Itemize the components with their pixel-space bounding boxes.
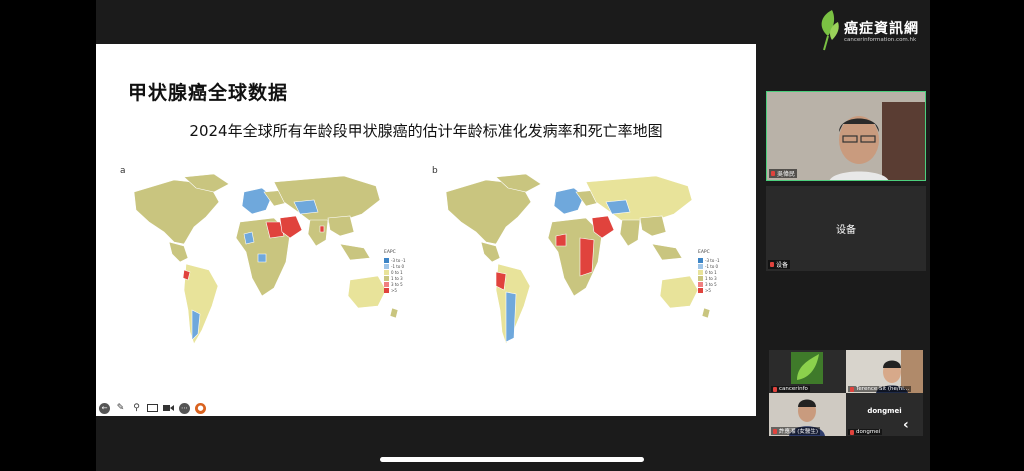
- slide-subtitle: 2024年全球所有年龄段甲状腺癌的估计年龄标准化发病率和死亡率地图: [189, 122, 663, 140]
- map-a-legend: EAPC -3 to -1 -1 to 0 0 to 1 1 to 3 3 to…: [384, 250, 406, 293]
- more-icon[interactable]: ⋯: [178, 402, 191, 415]
- legend-item: -3 to -1: [384, 257, 406, 263]
- device-name: 设备: [768, 260, 791, 269]
- legend-item: -1 to 0: [384, 263, 406, 269]
- legend-item: 1 to 3: [384, 275, 406, 281]
- legend-item: >5: [384, 287, 406, 293]
- home-indicator[interactable]: [380, 457, 644, 462]
- back-icon[interactable]: ←: [98, 402, 111, 415]
- slide-title: 甲状腺癌全球数据: [128, 82, 289, 104]
- device-label: 设备: [836, 225, 856, 236]
- world-map-a: a EAPC -3 to -1 -1 to 0 0 to 1 1 to 3 3 …: [114, 162, 414, 347]
- stop-icon[interactable]: ●: [194, 402, 207, 415]
- brand-logo: 癌症資訊網 cancerinformation.com.hk: [814, 6, 932, 52]
- speaker-video[interactable]: 吳偉民: [766, 91, 926, 181]
- map-a-label: a: [120, 166, 126, 176]
- speaker-name: 吳偉民: [769, 169, 798, 178]
- legend-item: -1 to 0: [698, 263, 720, 269]
- captions-icon[interactable]: [146, 402, 159, 415]
- legend-title: EAPC: [698, 250, 710, 255]
- device-tile[interactable]: 设备 设备: [766, 186, 926, 271]
- legend-item: 0 to 1: [698, 269, 720, 275]
- participant-tile-doctor[interactable]: 許應湘 (女醫生): [769, 393, 846, 436]
- legend-item: >5: [698, 287, 720, 293]
- logo-name: 癌症資訊網: [844, 21, 919, 37]
- shared-slide: 甲状腺癌全球数据 2024年全球所有年龄段甲状腺癌的估计年龄标准化发病率和死亡率…: [96, 44, 756, 416]
- world-map-b: b EAPC -3 to -1 -1 to 0 0 to 1 1 to 3 3 …: [426, 162, 726, 347]
- chevron-left-icon[interactable]: ‹: [903, 417, 909, 433]
- participant-name: cancerinfo: [771, 386, 810, 392]
- participant-name: Terence Sit (he/hi…: [848, 386, 912, 392]
- legend-item: 3 to 5: [698, 281, 720, 287]
- legend-item: 3 to 5: [384, 281, 406, 287]
- magnifier-icon[interactable]: ⚲: [130, 402, 143, 415]
- map-b-legend: EAPC -3 to -1 -1 to 0 0 to 1 1 to 3 3 to…: [698, 250, 720, 293]
- participant-name: dongmei: [848, 429, 883, 435]
- legend-title: EAPC: [384, 250, 396, 255]
- presentation-toolbar: ← ✎ ⚲ ⋯ ●: [96, 400, 218, 416]
- leaf-icon: [821, 10, 839, 51]
- camera-icon[interactable]: [162, 402, 175, 415]
- participant-name: 許應湘 (女醫生): [771, 427, 821, 435]
- map-b-label: b: [432, 166, 438, 176]
- participant-tile-terence[interactable]: Terence Sit (he/hi…: [846, 350, 923, 393]
- logo-url: cancerinformation.com.hk: [844, 37, 917, 43]
- legend-item: 1 to 3: [698, 275, 720, 281]
- speaker-avatar: [767, 92, 925, 180]
- pen-icon[interactable]: ✎: [114, 402, 127, 415]
- legend-item: -3 to -1: [698, 257, 720, 263]
- legend-item: 0 to 1: [384, 269, 406, 275]
- participant-tile-dongmei[interactable]: dongmei dongmei: [846, 393, 923, 436]
- participant-tile-cancerinfo[interactable]: cancerinfo: [769, 350, 846, 393]
- participant-center-name: dongmei: [867, 407, 902, 415]
